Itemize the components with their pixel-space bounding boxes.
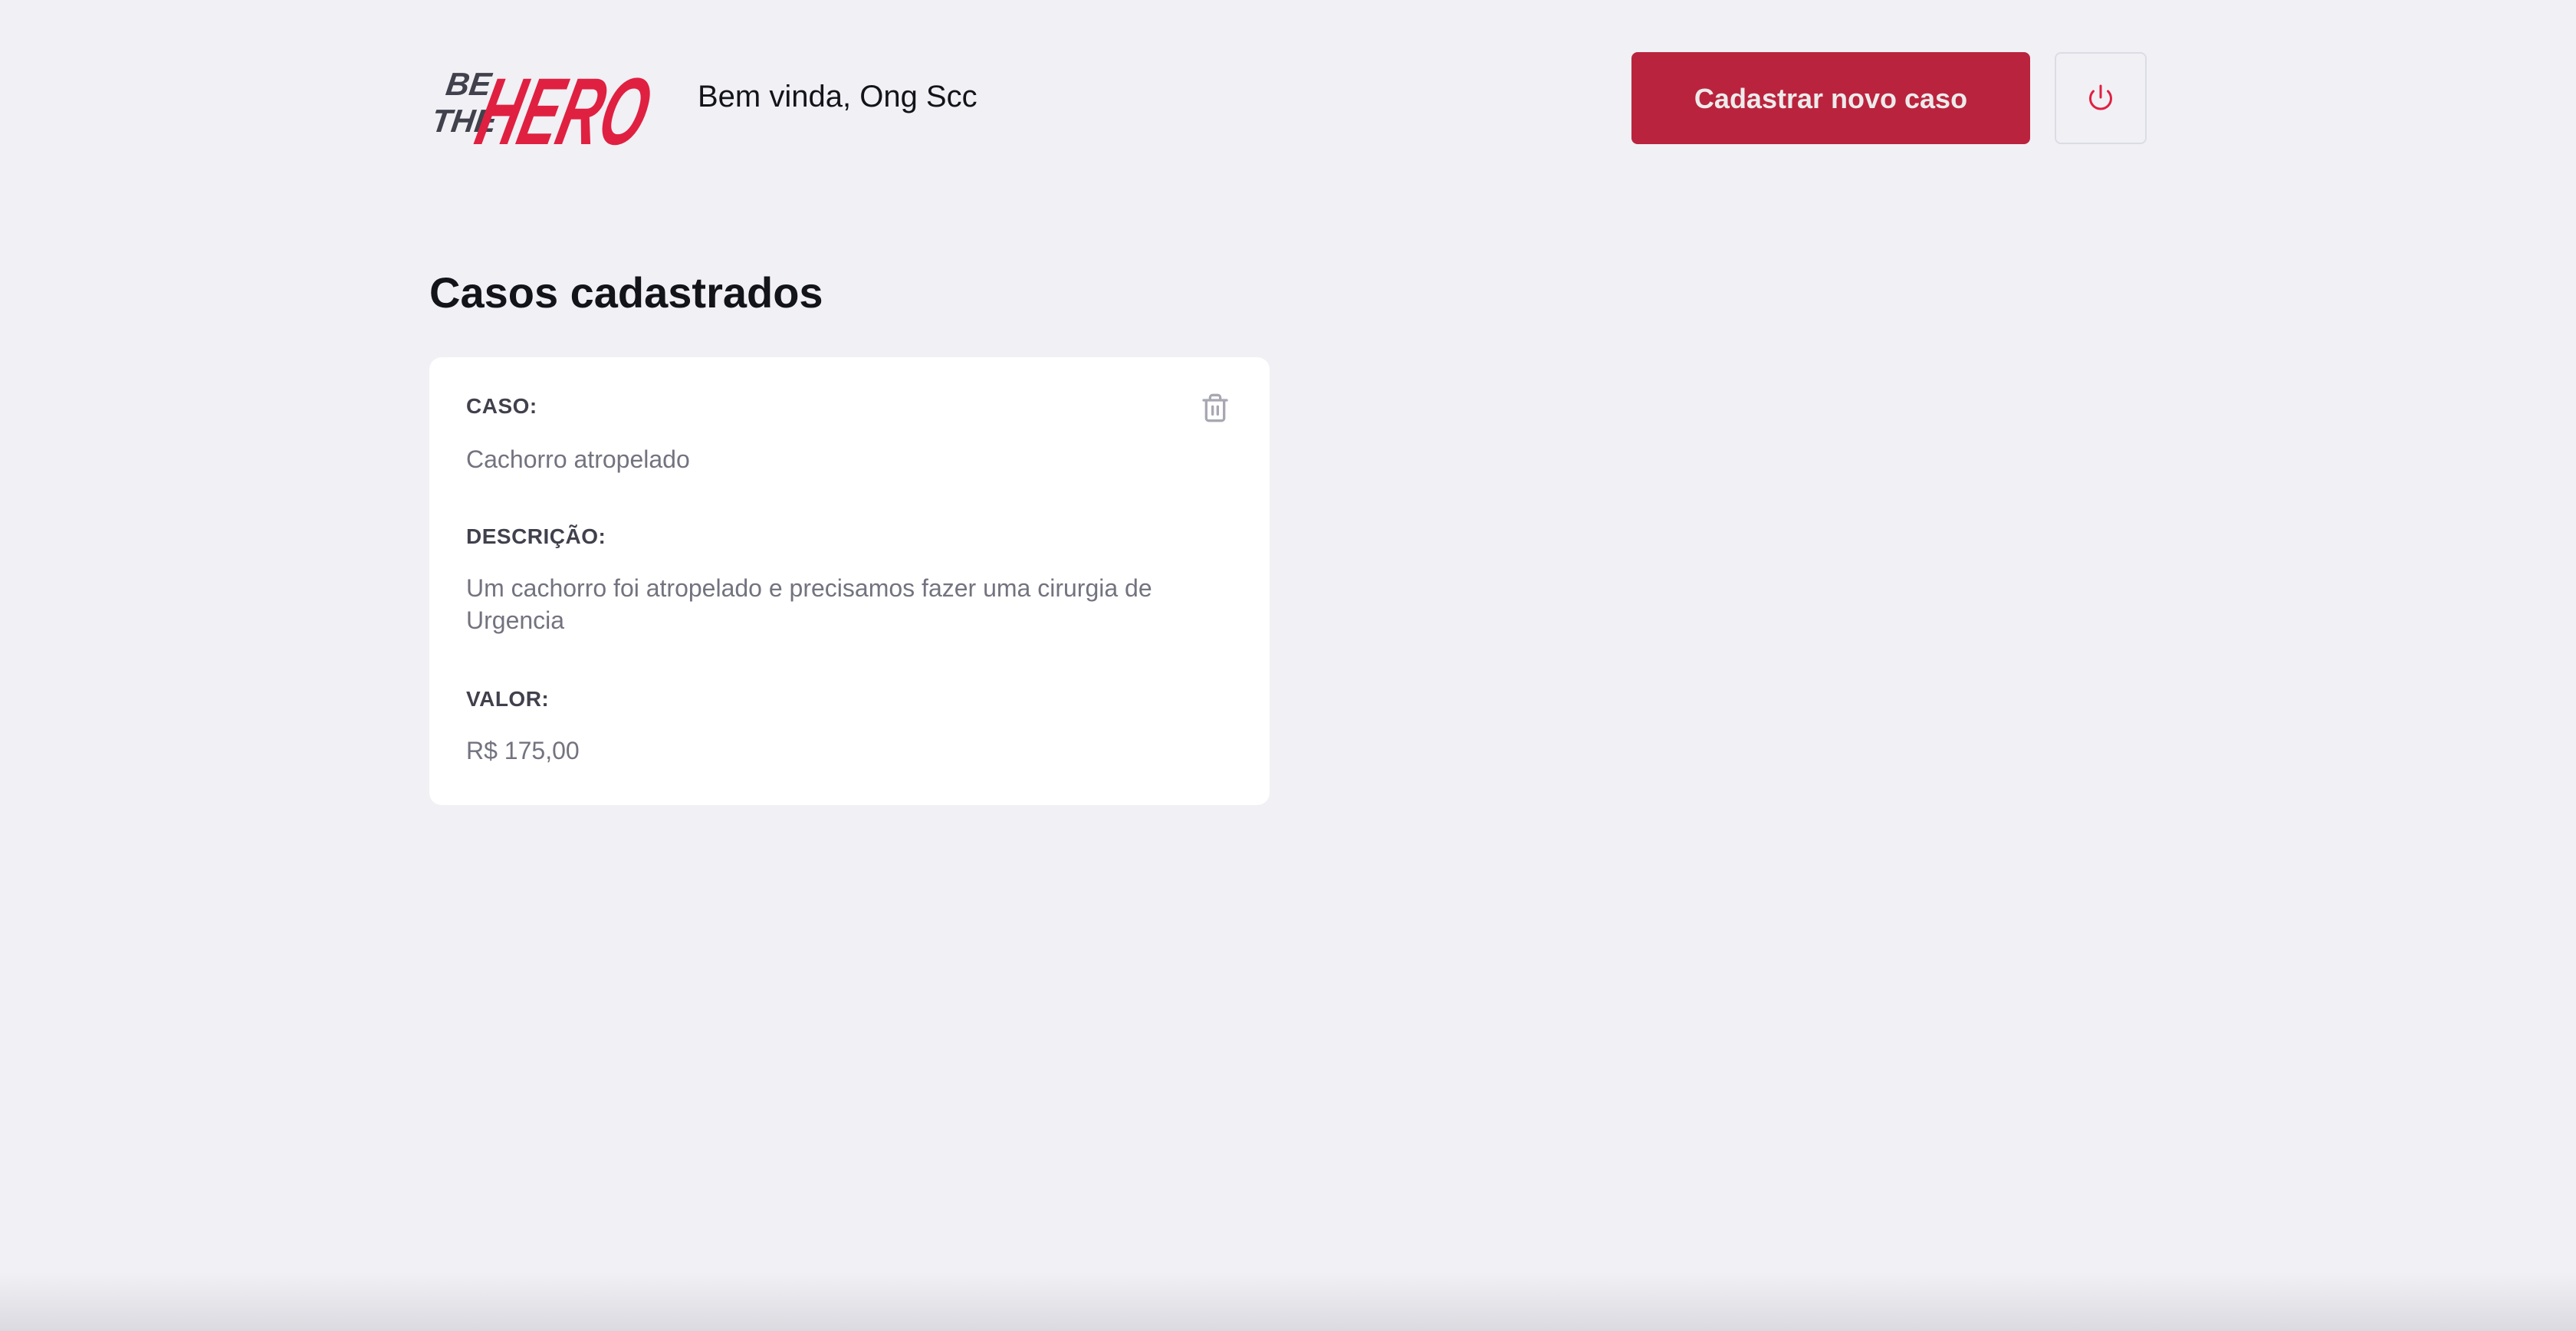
delete-case-button[interactable] [1198,391,1233,426]
new-case-button[interactable]: Cadastrar novo caso [1631,52,2030,144]
logout-button[interactable] [2055,52,2147,144]
power-icon [2087,84,2114,113]
page-title: Casos cadastrados [429,268,823,317]
description-label: DESCRIÇÃO: [466,524,606,548]
value-label: VALOR: [466,687,550,711]
case-title: Cachorro atropelado [466,445,690,473]
welcome-message: Bem vinda, Ong Scc [698,80,978,113]
case-description: Um cachorro foi atropelado e precisamos … [466,574,1152,634]
be-the-hero-logo: BE THE HERO [429,52,661,153]
case-value: R$ 175,00 [466,737,580,764]
logo-hero: HERO [467,58,661,153]
trash-icon [1200,393,1230,426]
page-header: BE THE HERO Bem vinda, Ong Scc Cadastrar… [429,52,2147,153]
case-card: CASO: Cachorro atropelado DESCRIÇÃO: Um … [429,357,1270,805]
case-label: CASO: [466,394,537,418]
bottom-shadow [0,1273,2576,1331]
